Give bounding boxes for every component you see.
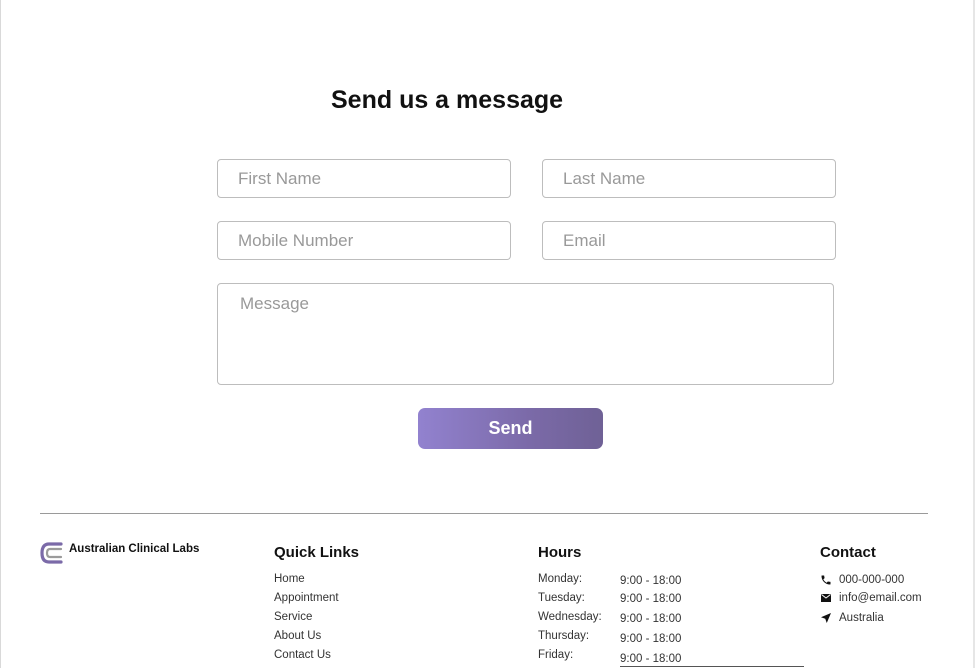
email-input[interactable] (542, 221, 836, 260)
quick-link-about-us[interactable]: About Us (274, 630, 321, 642)
footer-logo[interactable]: Australian Clinical Labs (40, 540, 199, 566)
contact-email-text: info@email.com (839, 592, 922, 604)
contact-email[interactable]: info@email.com (820, 592, 922, 604)
contact-location-text: Australia (839, 612, 884, 624)
footer-divider (40, 513, 928, 514)
hours-day: Friday: (538, 649, 574, 661)
contact-location: Australia (820, 612, 884, 624)
send-button[interactable]: Send (418, 408, 603, 449)
hours-time: 9:00 - 18:00 (620, 653, 682, 665)
quick-link-appointment[interactable]: Appointment (274, 592, 339, 604)
last-name-input[interactable] (542, 159, 836, 198)
quick-links-title: Quick Links (274, 544, 360, 561)
quick-link-home[interactable]: Home (274, 573, 305, 585)
message-textarea[interactable] (217, 283, 834, 385)
hours-time: 9:00 - 18:00 (620, 593, 682, 605)
page-border-left (0, 0, 1, 668)
hours-day: Tuesday: (538, 592, 585, 604)
mobile-number-input[interactable] (217, 221, 511, 260)
contact-phone[interactable]: 000-000-000 (820, 574, 904, 586)
form-title: Send us a message (331, 86, 564, 114)
hours-time: 9:00 - 18:00 (620, 613, 682, 625)
hours-underline (620, 666, 804, 667)
hours-day: Thursday: (538, 630, 590, 642)
hours-time: 9:00 - 18:00 (620, 633, 682, 645)
quick-link-service[interactable]: Service (274, 611, 312, 623)
first-name-input[interactable] (217, 159, 511, 198)
hours-time: 9:00 - 18:00 (620, 575, 682, 587)
contact-title: Contact (820, 544, 876, 561)
location-arrow-icon (821, 613, 831, 623)
phone-icon (821, 575, 831, 585)
hours-day: Monday: (538, 573, 583, 585)
logo-icon (40, 542, 63, 564)
contact-phone-text: 000-000-000 (839, 574, 905, 586)
logo-text: Australian Clinical Labs (69, 543, 200, 555)
hours-title: Hours (538, 544, 582, 561)
hours-day: Wednesday: (538, 611, 602, 623)
envelope-icon (821, 594, 831, 602)
quick-link-contact-us[interactable]: Contact Us (274, 649, 331, 661)
